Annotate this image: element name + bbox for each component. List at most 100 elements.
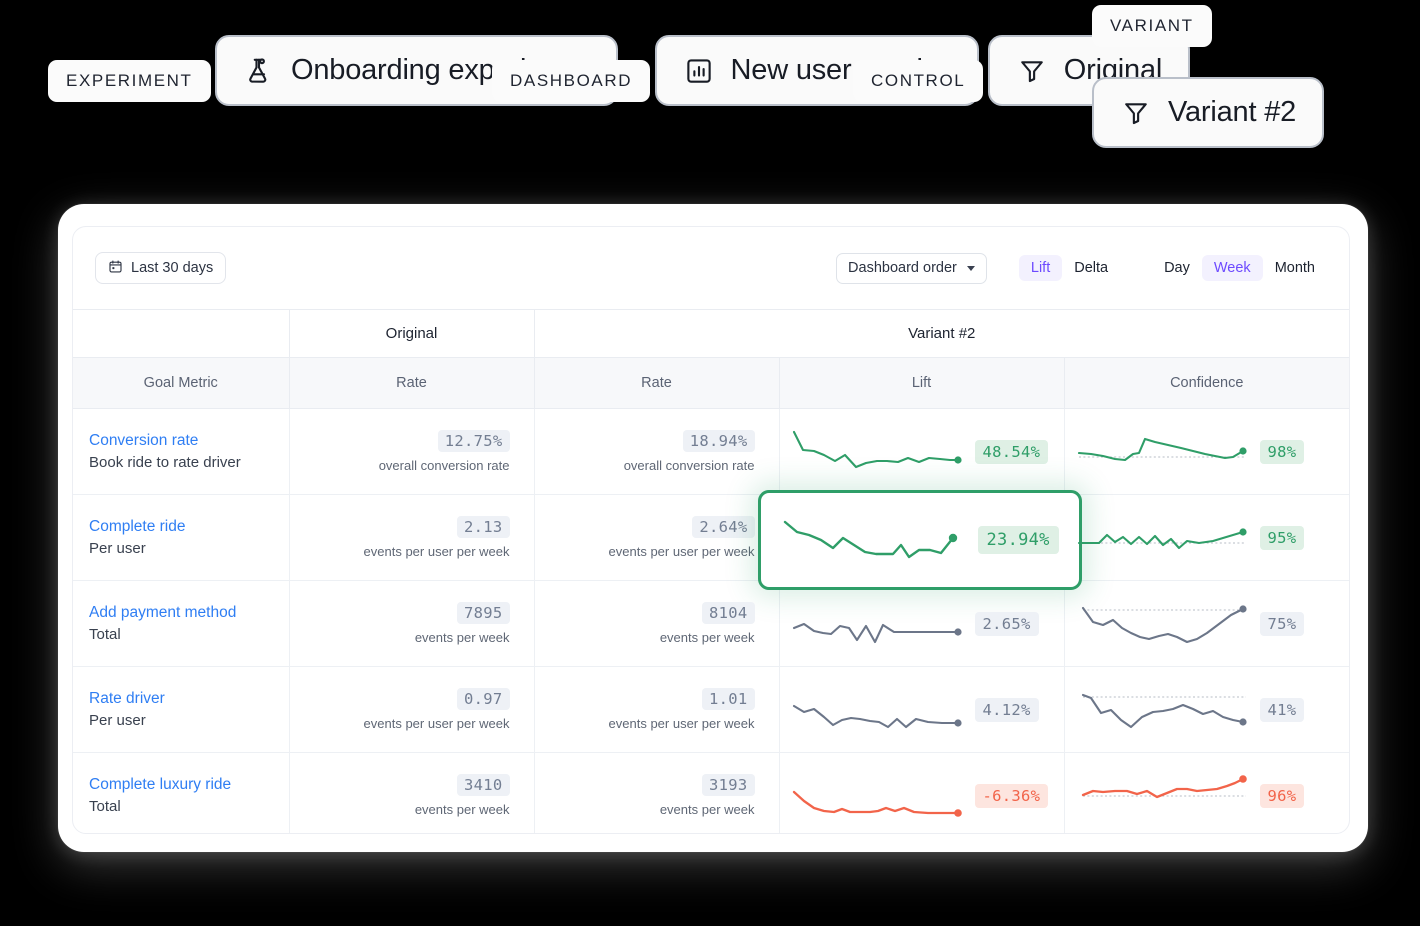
lift-sparkline-conversion-rate — [792, 430, 962, 468]
granularity-toggle-month[interactable]: Month — [1263, 255, 1327, 282]
confidence-chip: 75% — [1259, 611, 1305, 636]
variant-rate-value: 8104 — [701, 602, 755, 624]
confidence-cell: 96% — [1064, 753, 1349, 834]
table-row: Complete ride Per user 2.13 events per u… — [73, 490, 1349, 590]
toolbar-controls: Dashboard order Lift Delta Day Week Mont… — [836, 252, 1327, 284]
confidence-sparkline-complete-ride — [1077, 527, 1247, 549]
table-row: Complete luxury ride Total 3410 events p… — [73, 752, 1349, 834]
confidence-chip: 96% — [1259, 783, 1305, 808]
metric-toggle-lift[interactable]: Lift — [1018, 254, 1063, 282]
confidence-chip: 95% — [1259, 525, 1305, 550]
calendar-icon — [108, 259, 123, 278]
variant-rate-value: 18.94% — [682, 430, 755, 452]
table-group-header-row: Original Variant #2 — [73, 309, 1349, 358]
metric-toggle-group: Lift Delta — [1018, 254, 1120, 282]
variant-button[interactable]: Variant #2 — [1092, 77, 1325, 148]
original-rate-unit: events per week — [414, 802, 510, 818]
variant-rate-value: 1.01 — [701, 688, 755, 710]
original-rate-unit: events per week — [414, 630, 510, 645]
granularity-toggle-week[interactable]: Week — [1201, 254, 1263, 282]
lift-chip: 2.65% — [974, 611, 1039, 636]
lift-highlight-outline: 23.94% — [757, 490, 1082, 590]
lift-cell-highlighted[interactable]: 23.94% — [757, 490, 1082, 590]
goal-metric-link[interactable]: Complete ride — [89, 515, 289, 538]
variant-rate-unit: overall conversion rate — [623, 458, 755, 473]
original-rate-unit: events per user per week — [363, 716, 510, 731]
lift-cell: -6.36% — [779, 752, 1065, 833]
original-rate-value: 2.13 — [456, 516, 510, 538]
sort-select-label: Dashboard order — [848, 260, 957, 276]
lift-chip: 48.54% — [974, 439, 1049, 464]
funnel-icon — [1120, 97, 1152, 129]
variant-button-label: Variant #2 — [1168, 96, 1297, 128]
lift-cell: 48.54% — [779, 408, 1065, 495]
sort-select[interactable]: Dashboard order — [836, 252, 987, 284]
callout-variant: VARIANT Variant #2 — [1092, 5, 1420, 148]
original-rate-unit: events per user per week — [363, 544, 510, 559]
goal-metric-description: Total — [89, 798, 121, 816]
confidence-cell: 95% — [1064, 494, 1349, 581]
panel-toolbar: Last 30 days Dashboard order Lift Delta … — [73, 227, 1349, 309]
date-range-button[interactable]: Last 30 days — [95, 252, 227, 284]
group-header-blank — [73, 309, 290, 358]
confidence-sparkline-complete-luxury-ride — [1081, 774, 1247, 798]
original-rate-cell: 7895 events per week — [289, 580, 535, 667]
confidence-sparkline-add-payment-method — [1081, 604, 1247, 643]
lift-chip: -6.36% — [974, 783, 1049, 808]
column-header-goal-metric[interactable]: Goal Metric — [73, 357, 290, 409]
metrics-table: Original Variant #2 Goal Metric Rate Rat… — [73, 309, 1349, 834]
lift-chip: 4.12% — [974, 697, 1039, 722]
granularity-toggle-day[interactable]: Day — [1152, 255, 1202, 282]
original-rate-cell: 2.13 events per user per week — [289, 494, 535, 581]
goal-metric-cell: Complete ride Per user — [73, 494, 290, 581]
goal-metric-description: Per user — [89, 539, 146, 557]
column-header-lift[interactable]: Lift — [779, 357, 1065, 409]
column-header-variant-rate[interactable]: Rate — [534, 357, 780, 409]
column-header-confidence[interactable]: Confidence — [1064, 357, 1349, 409]
callout-tag-variant: VARIANT — [1092, 5, 1212, 47]
table-row: Conversion rate Book ride to rate driver… — [73, 408, 1349, 495]
goal-metric-cell: Complete luxury ride Total — [73, 752, 290, 833]
original-rate-unit: overall conversion rate — [378, 458, 510, 473]
table-body: Conversion rate Book ride to rate driver… — [73, 408, 1349, 834]
variant-rate-unit: events per user per week — [608, 716, 755, 731]
callout-tag-control: CONTROL — [853, 59, 984, 102]
funnel-icon — [1016, 55, 1048, 87]
confidence-chip: 41% — [1259, 697, 1305, 722]
variant-rate-cell: 1.01 events per user per week — [534, 666, 780, 753]
goal-metric-link[interactable]: Conversion rate — [89, 429, 289, 452]
confidence-cell: 98% — [1064, 408, 1349, 495]
goal-metric-description: Per user — [89, 711, 146, 729]
table-column-header-row: Goal Metric Rate Rate Lift Confidence — [73, 357, 1349, 409]
confidence-sparkline-rate-driver — [1081, 693, 1247, 728]
confidence-sparkline-conversion-rate — [1077, 437, 1247, 461]
variant-rate-cell: 3193 events per week — [534, 752, 780, 833]
granularity-toggle-group: Day Week Month — [1152, 254, 1327, 282]
original-rate-value: 12.75% — [437, 430, 510, 452]
callout-annotations: EXPERIMENT Onboarding experiment DASHBOA… — [0, 0, 1420, 170]
lift-sparkline-rate-driver — [792, 704, 962, 728]
goal-metric-link[interactable]: Rate driver — [89, 687, 289, 710]
variant-rate-unit: events per week — [659, 630, 755, 645]
column-header-original-rate[interactable]: Rate — [289, 357, 535, 409]
goal-metric-link[interactable]: Complete luxury ride — [89, 773, 289, 796]
original-rate-cell: 12.75% overall conversion rate — [289, 408, 535, 495]
metric-toggle-delta[interactable]: Delta — [1062, 255, 1120, 282]
goal-metric-link[interactable]: Add payment method — [89, 601, 289, 624]
variant-rate-cell: 18.94% overall conversion rate — [534, 408, 780, 495]
variant-rate-unit: events per week — [659, 802, 755, 818]
confidence-cell: 75% — [1064, 580, 1349, 667]
original-rate-value: 0.97 — [456, 688, 510, 710]
flask-icon — [243, 55, 275, 87]
lift-sparkline-complete-luxury-ride — [792, 790, 962, 817]
goal-metric-cell: Rate driver Per user — [73, 666, 290, 753]
callout-tag-experiment: EXPERIMENT — [48, 59, 211, 102]
goal-metric-cell: Conversion rate Book ride to rate driver — [73, 408, 290, 495]
table-row: Add payment method Total 7895 events per… — [73, 580, 1349, 667]
confidence-chip: 98% — [1259, 439, 1305, 464]
callout-tag-dashboard: DASHBOARD — [492, 59, 651, 102]
group-header-variant: Variant #2 — [534, 309, 1349, 358]
variant-rate-cell: 2.64% events per user per week — [534, 494, 780, 581]
lift-sparkline-complete-ride — [783, 520, 957, 559]
variant-rate-value: 3193 — [701, 774, 755, 797]
